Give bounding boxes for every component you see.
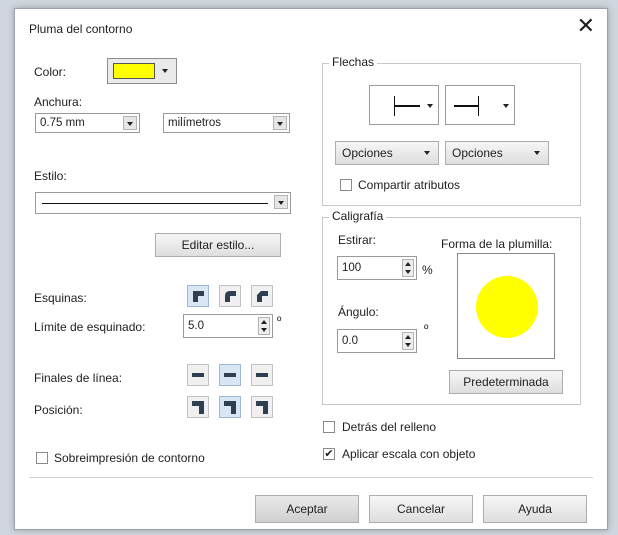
line-style-select[interactable]	[35, 192, 291, 214]
stretch-spinner[interactable]: 100	[337, 256, 417, 280]
spin-arrows-icon[interactable]	[258, 317, 270, 335]
scale-with-object-checkbox[interactable]: ✔	[323, 448, 335, 460]
arrows-group-title: Flechas	[329, 55, 378, 69]
color-picker-button[interactable]	[107, 58, 177, 84]
nib-shape-label: Forma de la plumilla:	[441, 237, 553, 251]
start-arrow-preview	[394, 105, 420, 107]
angle-unit: º	[424, 322, 429, 336]
nib-shape-icon	[476, 276, 538, 338]
ok-label: Aceptar	[286, 502, 328, 516]
miter-limit-label: Límite de esquinado:	[34, 320, 146, 334]
end-arrow-divider	[478, 96, 479, 116]
edit-style-button[interactable]: Editar estilo...	[155, 233, 281, 257]
overprint-checkbox[interactable]	[36, 452, 48, 464]
close-icon[interactable]: ✕	[577, 15, 595, 37]
width-select[interactable]: 0.75 mm	[35, 113, 140, 133]
arrow-options-end-label: Opciones	[452, 146, 503, 160]
edit-style-label: Editar estilo...	[181, 238, 255, 252]
unit-value: milímetros	[168, 117, 222, 129]
help-button[interactable]: Ayuda	[483, 495, 587, 523]
chevron-down-icon	[162, 69, 168, 73]
position-center-icon[interactable]	[219, 396, 241, 418]
miter-limit-spinner[interactable]: 5.0	[183, 314, 273, 338]
width-label: Anchura:	[34, 95, 83, 109]
chevron-down-icon	[273, 116, 287, 130]
corners-label: Esquinas:	[34, 291, 87, 305]
chevron-down-icon	[503, 104, 509, 108]
ok-button[interactable]: Aceptar	[255, 495, 359, 523]
chevron-down-icon	[274, 195, 288, 209]
behind-fill-label: Detrás del relleno	[342, 420, 437, 434]
cancel-button[interactable]: Cancelar	[369, 495, 473, 523]
calligraphy-group-title: Caligrafía	[329, 209, 387, 223]
dialog-title: Pluma del contorno	[29, 22, 133, 36]
overprint-label: Sobreimpresión de contorno	[54, 451, 205, 465]
color-label: Color:	[34, 65, 67, 79]
end-arrow-preview	[454, 105, 478, 107]
corner-miter-icon[interactable]	[187, 285, 209, 307]
title-bar: Pluma del contorno ✕	[15, 9, 607, 43]
angle-label: Ángulo:	[338, 305, 379, 319]
position-label: Posición:	[34, 403, 83, 417]
help-label: Ayuda	[518, 502, 552, 516]
unit-select[interactable]: milímetros	[163, 113, 290, 133]
arrow-options-start-label: Opciones	[342, 146, 393, 160]
miter-unit: º	[277, 314, 282, 328]
miter-limit-value: 5.0	[188, 320, 204, 332]
color-swatch	[113, 63, 155, 79]
spin-arrows-icon[interactable]	[402, 332, 414, 350]
width-value: 0.75 mm	[40, 117, 85, 129]
style-label: Estilo:	[34, 169, 67, 183]
angle-spinner[interactable]: 0.0	[337, 329, 417, 353]
cap-butt-icon[interactable]	[187, 364, 209, 386]
chevron-down-icon	[534, 151, 540, 155]
chevron-down-icon	[424, 151, 430, 155]
outline-pen-dialog: Pluma del contorno ✕ Color: Anchura: 0.7…	[14, 8, 608, 530]
stretch-label: Estirar:	[338, 233, 377, 247]
start-arrow-divider	[394, 96, 395, 116]
nib-shape-preview[interactable]	[457, 253, 555, 359]
stretch-value: 100	[342, 262, 362, 274]
position-inside-icon[interactable]	[251, 396, 273, 418]
share-attributes-label: Compartir atributos	[358, 178, 461, 192]
chevron-down-icon	[123, 116, 137, 130]
cancel-label: Cancelar	[396, 502, 446, 516]
angle-value: 0.0	[342, 335, 358, 347]
share-attributes-checkbox[interactable]	[340, 179, 352, 191]
chevron-down-icon	[427, 104, 433, 108]
spin-arrows-icon[interactable]	[402, 259, 414, 277]
default-nib-label: Predeterminada	[463, 375, 549, 389]
position-outside-icon[interactable]	[187, 396, 209, 418]
behind-fill-checkbox[interactable]	[323, 421, 335, 433]
corner-bevel-icon[interactable]	[251, 285, 273, 307]
line-style-preview	[42, 203, 268, 204]
cap-round-icon[interactable]	[219, 364, 241, 386]
stretch-unit: %	[422, 263, 433, 277]
arrow-options-end-button[interactable]: Opciones	[445, 141, 549, 165]
cap-square-icon[interactable]	[251, 364, 273, 386]
start-arrow-select[interactable]	[369, 85, 439, 125]
scale-with-object-label: Aplicar escala con objeto	[342, 447, 476, 461]
end-arrow-select[interactable]	[445, 85, 515, 125]
arrow-options-start-button[interactable]: Opciones	[335, 141, 439, 165]
footer-divider	[29, 477, 593, 478]
line-caps-label: Finales de línea:	[34, 371, 123, 385]
default-nib-button[interactable]: Predeterminada	[449, 370, 563, 394]
corner-round-icon[interactable]	[219, 285, 241, 307]
